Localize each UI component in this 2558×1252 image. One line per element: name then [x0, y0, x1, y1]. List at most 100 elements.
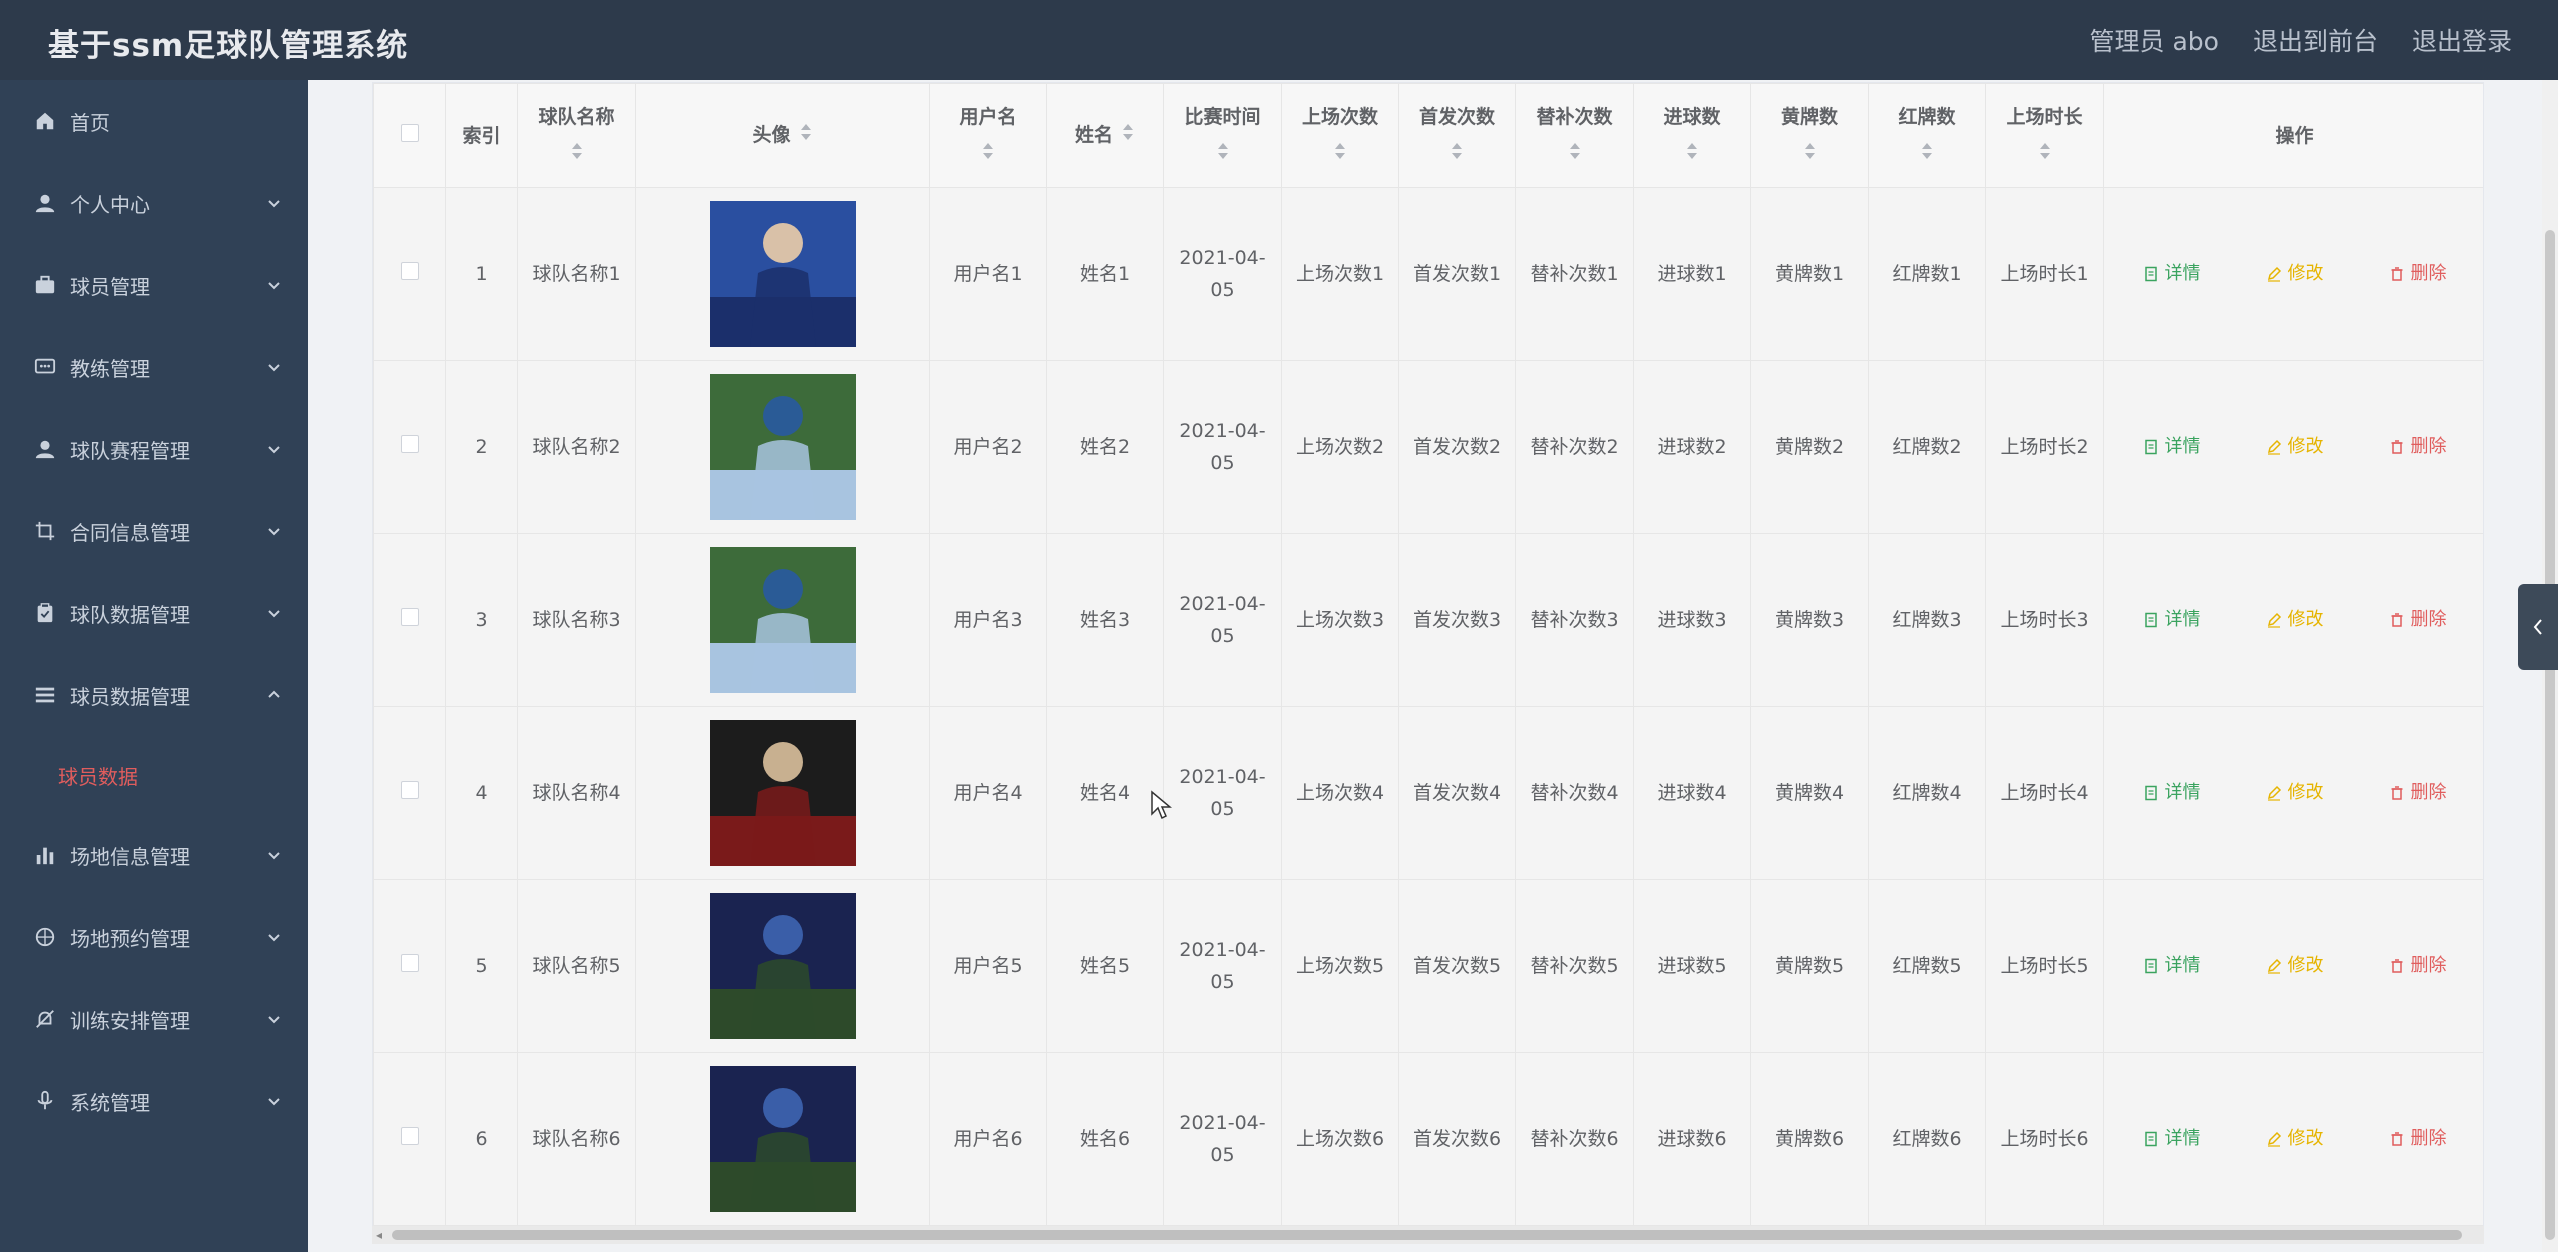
header-starts[interactable]: 首发次数: [1398, 83, 1516, 188]
header-label: 比赛时间: [1184, 105, 1261, 128]
edit-button[interactable]: 修改: [2266, 1123, 2324, 1155]
select-all-checkbox[interactable]: [400, 123, 419, 142]
sort-icon[interactable]: [1640, 139, 1744, 171]
delete-label: 删除: [2410, 1128, 2447, 1149]
trash-icon: [2391, 613, 2402, 627]
row-checkbox[interactable]: [400, 262, 419, 280]
header-name[interactable]: 姓名: [1046, 83, 1164, 188]
edit-button[interactable]: 修改: [2266, 604, 2324, 636]
sort-icon[interactable]: [1121, 120, 1135, 152]
sort-icon[interactable]: [1288, 139, 1392, 171]
sidebar-item-coaches[interactable]: 教练管理: [0, 326, 308, 408]
collapse-panel-button[interactable]: [2518, 584, 2558, 670]
header-goals[interactable]: 进球数: [1633, 83, 1751, 188]
delete-button[interactable]: 删除: [2389, 258, 2447, 290]
sidebar-item-venues[interactable]: 场地信息管理: [0, 814, 308, 896]
detail-button[interactable]: 详情: [2143, 258, 2201, 290]
player-avatar-image[interactable]: [709, 547, 856, 693]
delete-button[interactable]: 删除: [2389, 431, 2447, 463]
sort-icon[interactable]: [524, 139, 629, 171]
sidebar-item-training[interactable]: 训练安排管理: [0, 978, 308, 1060]
trash-icon: [2391, 1132, 2402, 1146]
sort-icon[interactable]: [1757, 139, 1862, 171]
delete-label: 删除: [2410, 782, 2447, 803]
cell-team: 球队名称5: [517, 879, 636, 1053]
detail-button[interactable]: 详情: [2143, 431, 2201, 463]
player-avatar-image[interactable]: [709, 374, 856, 520]
sidebar-item-label: 场地信息管理: [70, 844, 190, 869]
delete-button[interactable]: 删除: [2389, 604, 2447, 636]
detail-button[interactable]: 详情: [2143, 1123, 2201, 1155]
chevron-down-icon: [266, 1008, 282, 1024]
scroll-left-icon[interactable]: ◂: [376, 1228, 382, 1242]
sidebar-subitem-player-data[interactable]: 球员数据: [0, 736, 308, 814]
sidebar-item-team-data[interactable]: 球队数据管理: [0, 572, 308, 654]
sort-icon[interactable]: [1170, 139, 1275, 171]
horizontal-scrollbar[interactable]: ◂: [372, 1226, 2484, 1244]
header-avatar[interactable]: 头像: [635, 83, 930, 188]
delete-button[interactable]: 删除: [2389, 1123, 2447, 1155]
cell-name: 姓名4: [1046, 706, 1164, 880]
sidebar-item-player-data[interactable]: 球员数据管理: [0, 654, 308, 736]
chevron-down-icon: [266, 438, 282, 454]
chevron-down-icon: [266, 192, 282, 208]
row-checkbox[interactable]: [400, 781, 419, 799]
sort-icon[interactable]: [1522, 139, 1627, 171]
sidebar-item-label: 合同信息管理: [70, 520, 190, 545]
header-appearances[interactable]: 上场次数: [1281, 83, 1399, 188]
vertical-scroll-thumb[interactable]: [2545, 230, 2555, 1240]
player-avatar-image[interactable]: [709, 893, 856, 1039]
data-table: 索引 球队名称 头像 用户名 姓名 比赛时间 上场次数 首发次数 替补次数 进球…: [373, 83, 2483, 1226]
header-yellow[interactable]: 黄牌数: [1750, 83, 1869, 188]
header-username[interactable]: 用户名: [929, 83, 1047, 188]
sidebar-item-contracts[interactable]: 合同信息管理: [0, 490, 308, 572]
delete-button[interactable]: 删除: [2389, 950, 2447, 982]
edit-button[interactable]: 修改: [2266, 431, 2324, 463]
sort-icon[interactable]: [936, 139, 1040, 171]
sidebar-item-label: 球员数据管理: [70, 684, 190, 709]
header-red[interactable]: 红牌数: [1868, 83, 1986, 188]
front-link[interactable]: 退出到前台: [2253, 22, 2378, 58]
sidebar-item-schedule[interactable]: 球队赛程管理: [0, 408, 308, 490]
edit-icon: [2267, 612, 2281, 628]
logout-link[interactable]: 退出登录: [2412, 22, 2512, 58]
sidebar-item-players[interactable]: 球员管理: [0, 244, 308, 326]
edit-button[interactable]: 修改: [2266, 950, 2324, 982]
sidebar-item-profile[interactable]: 个人中心: [0, 162, 308, 244]
delete-button[interactable]: 删除: [2389, 777, 2447, 809]
sidebar-item-bookings[interactable]: 场地预约管理: [0, 896, 308, 978]
row-checkbox[interactable]: [400, 608, 419, 626]
player-avatar-image[interactable]: [709, 720, 856, 866]
header-subs[interactable]: 替补次数: [1515, 83, 1634, 188]
sort-icon[interactable]: [1992, 139, 2097, 171]
row-checkbox[interactable]: [400, 954, 419, 972]
cell-subs: 替补次数3: [1515, 533, 1634, 707]
sidebar-item-label: 球队赛程管理: [70, 438, 190, 463]
sidebar-item-home[interactable]: 首页: [0, 80, 308, 162]
row-checkbox[interactable]: [400, 435, 419, 453]
header-match-time[interactable]: 比赛时间: [1163, 83, 1282, 188]
sort-icon[interactable]: [1405, 139, 1509, 171]
detail-button[interactable]: 详情: [2143, 777, 2201, 809]
cell-match-time: 2021-04-05: [1163, 706, 1282, 880]
edit-button[interactable]: 修改: [2266, 777, 2324, 809]
player-avatar-image[interactable]: [709, 201, 856, 347]
cell-goals: 进球数6: [1633, 1052, 1751, 1226]
cell-match-time: 2021-04-05: [1163, 879, 1282, 1053]
horizontal-scroll-thumb[interactable]: [392, 1230, 2462, 1240]
sort-icon[interactable]: [799, 120, 813, 152]
detail-button[interactable]: 详情: [2143, 604, 2201, 636]
row-checkbox[interactable]: [400, 1127, 419, 1145]
header-team[interactable]: 球队名称: [517, 83, 636, 188]
player-avatar-image[interactable]: [709, 1066, 856, 1212]
detail-button[interactable]: 详情: [2143, 950, 2201, 982]
header-minutes[interactable]: 上场时长: [1985, 83, 2104, 188]
sort-icon[interactable]: [1875, 139, 1979, 171]
cell-avatar: [635, 1052, 930, 1226]
data-table-wrapper: 索引 球队名称 头像 用户名 姓名 比赛时间 上场次数 首发次数 替补次数 进球…: [372, 82, 2484, 1234]
trash-icon: [2391, 959, 2402, 973]
table-row: 3 球队名称3 用户名3 姓名3 2021-04-05 上场次数3 首发次数3 替补次数3 进球…: [373, 533, 2483, 707]
edit-button[interactable]: 修改: [2266, 258, 2324, 290]
sidebar-item-system[interactable]: 系统管理: [0, 1060, 308, 1142]
cell-subs: 替补次数5: [1515, 879, 1634, 1053]
